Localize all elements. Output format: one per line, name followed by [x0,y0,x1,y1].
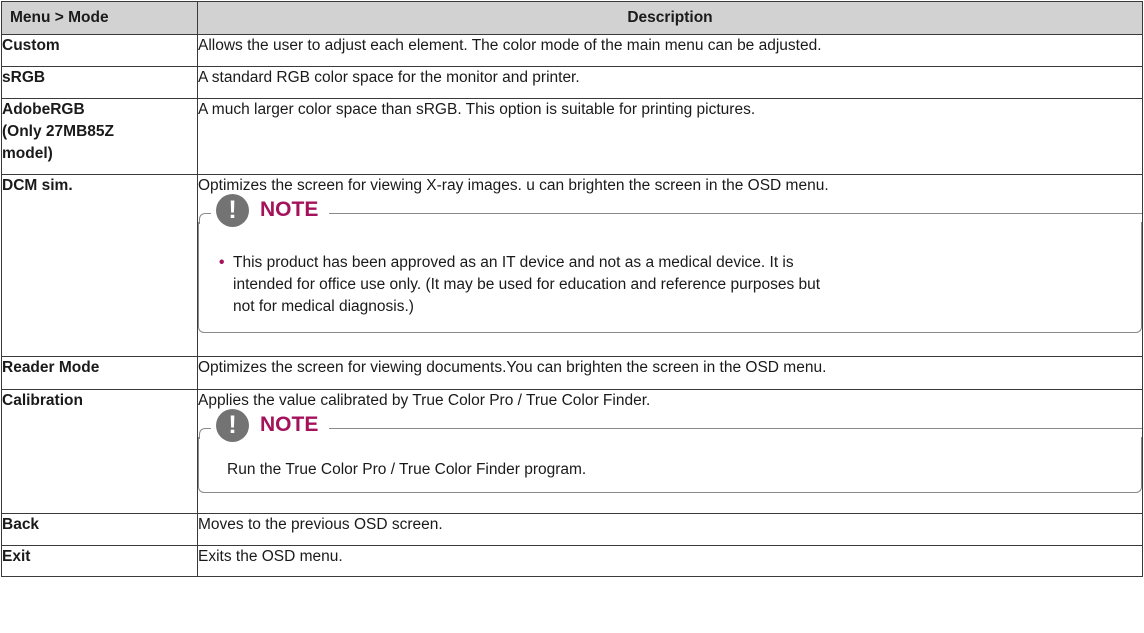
note-body: Run the True Color Pro / True Color Find… [199,437,1141,492]
header-description: Description [197,1,1143,35]
note-border-right [329,213,1142,214]
mode-desc-reader: Optimizes the screen for viewing documen… [197,356,1143,390]
note-border-right [329,428,1142,429]
note-border-left [199,213,211,224]
exclamation-circle-icon: ! [216,409,249,442]
table-row-dcm: DCM sim. Optimizes the screen for viewin… [1,174,1143,357]
note-box-calibration: ! NOTE Run the True Color Pro / True Col… [198,409,1142,493]
mode-name-adobergb-line2: (Only 27MB85Z [2,123,114,140]
note-line-2: intended for office use only. (It may be… [233,276,821,293]
note-line-1: This product has been approved as an IT … [233,254,794,271]
mode-table: Menu > Mode Description Custom Allows th… [1,1,1143,577]
table-row-calibration: Calibration Applies the value calibrated… [1,389,1143,514]
header-menu-mode: Menu > Mode [1,1,198,35]
mode-name-back: Back [1,513,198,546]
exclamation-circle-icon: ! [216,194,249,227]
mode-name-adobergb-line3: model) [2,145,53,162]
note-title: NOTE [260,198,319,221]
mode-desc-back: Moves to the previous OSD screen. [197,513,1143,546]
bullet-dot-icon: • [219,254,225,271]
table-row-exit: Exit Exits the OSD menu. [1,545,1143,577]
note-header: ! NOTE [199,409,1142,442]
list-item: • This product has been approved as an I… [219,252,1125,318]
mode-desc-dcm-text: Optimizes the screen for viewing X-ray i… [198,177,829,194]
note-text-calibration: Run the True Color Pro / True Color Find… [227,461,587,478]
mode-desc-custom: Allows the user to adjust each element. … [197,34,1143,67]
mode-desc-calibration-text: Applies the value calibrated by True Col… [198,392,651,409]
mode-name-calibration: Calibration [1,389,198,514]
mode-desc-exit: Exits the OSD menu. [197,545,1143,577]
note-header: ! NOTE [199,194,1142,227]
note-box-dcm: ! NOTE • This product has been approved … [198,194,1142,333]
note-body: • This product has been approved as an I… [199,222,1141,332]
mode-name-exit: Exit [1,545,198,577]
note-title: NOTE [260,413,319,436]
note-border-left [199,428,211,439]
mode-name-dcm: DCM sim. [1,174,198,357]
mode-name-reader: Reader Mode [1,356,198,390]
table-row-custom: Custom Allows the user to adjust each el… [1,34,1143,67]
mode-desc-adobergb: A much larger color space than sRGB. Thi… [197,98,1143,175]
mode-name-adobergb-line1: AdobeRGB [2,101,85,118]
mode-desc-srgb: A standard RGB color space for the monit… [197,66,1143,99]
mode-name-custom: Custom [1,34,198,67]
table-row-back: Back Moves to the previous OSD screen. [1,513,1143,546]
table-header-row: Menu > Mode Description [1,1,1143,35]
mode-name-adobergb: AdobeRGB (Only 27MB85Z model) [1,98,198,175]
table-row-srgb: sRGB A standard RGB color space for the … [1,66,1143,99]
note-line-3: not for medical diagnosis.) [233,298,414,315]
table-row-adobergb: AdobeRGB (Only 27MB85Z model) A much lar… [1,98,1143,175]
table-row-reader: Reader Mode Optimizes the screen for vie… [1,356,1143,390]
mode-desc-calibration: Applies the value calibrated by True Col… [197,389,1143,514]
mode-name-srgb: sRGB [1,66,198,99]
mode-desc-dcm: Optimizes the screen for viewing X-ray i… [197,174,1143,357]
